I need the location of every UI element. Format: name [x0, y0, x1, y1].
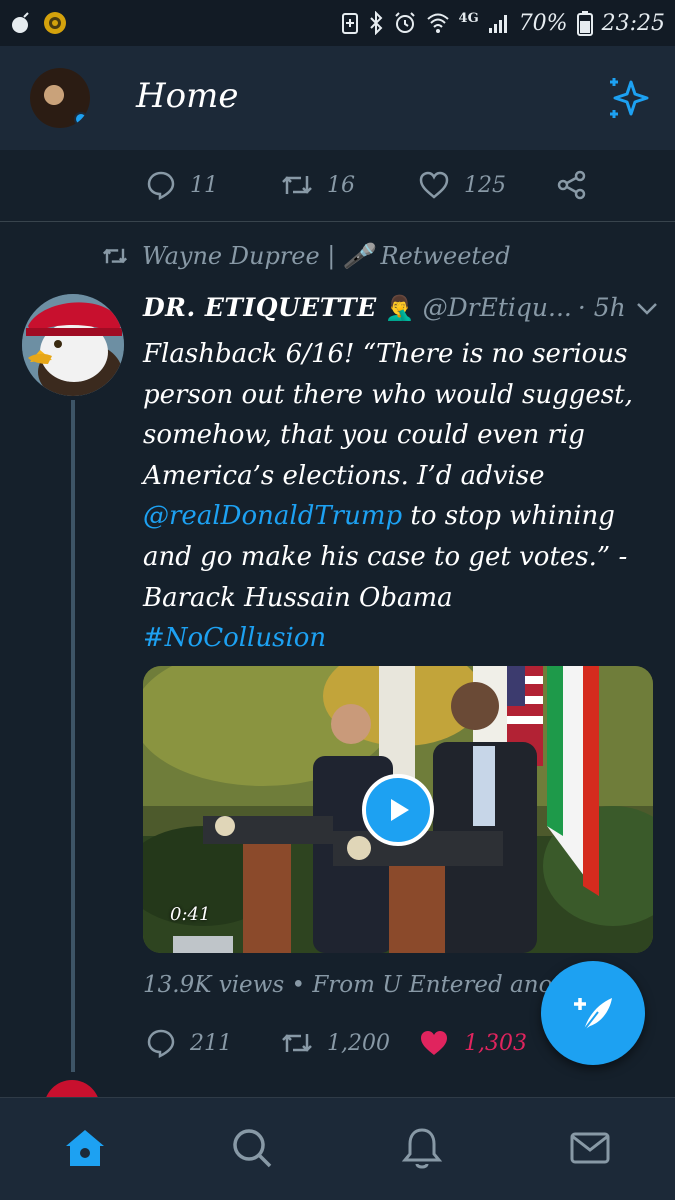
video-player[interactable]: 0:41 — [143, 666, 653, 953]
retweet-button[interactable]: 1,200 — [281, 1028, 390, 1058]
tweet-timestamp: · 5h — [577, 293, 626, 322]
reply-icon — [147, 1029, 175, 1058]
avatar-badge — [74, 112, 88, 126]
reply-count: 11 — [190, 172, 218, 198]
reply-button[interactable]: 11 — [146, 170, 218, 200]
search-icon[interactable] — [230, 1126, 274, 1174]
retweet-button[interactable]: 16 — [281, 170, 355, 200]
bluetooth-icon — [368, 11, 384, 35]
compose-tweet-button[interactable] — [541, 961, 645, 1065]
compose-icon — [574, 998, 612, 1031]
bottom-navigation — [0, 1097, 675, 1200]
battery-icon — [576, 10, 593, 36]
like-button[interactable]: 1,303 — [418, 1028, 527, 1058]
like-count: 1,303 — [464, 1030, 527, 1056]
top-app-bar: Home — [0, 46, 675, 150]
wifi-icon — [426, 12, 450, 34]
video-duration: 0:41 — [170, 904, 211, 925]
author-emoji: 🤦‍♂️ — [384, 293, 415, 322]
signal-icon — [488, 12, 510, 34]
chevron-down-icon[interactable] — [636, 293, 658, 322]
hashtag-link[interactable]: #NoCollusion — [143, 623, 326, 653]
retweet-count: 1,200 — [327, 1030, 390, 1056]
play-button[interactable] — [362, 774, 434, 846]
profile-avatar[interactable] — [30, 68, 90, 128]
clock: 23:25 — [601, 10, 665, 36]
tweet-text-part-1: Flashback 6/16! “There is no serious per… — [143, 339, 633, 491]
author-avatar[interactable] — [22, 294, 124, 396]
retweet-icon — [102, 248, 128, 264]
video-views-line[interactable]: 13.9K views • From U Entered another — [143, 972, 563, 998]
author-name[interactable]: DR. ETIQUETTE — [143, 293, 377, 322]
sparkle-icon[interactable] — [605, 74, 653, 126]
alarm-icon — [393, 11, 417, 35]
reply-icon — [147, 171, 175, 200]
play-icon — [391, 799, 409, 821]
battery-saver-icon — [341, 11, 359, 35]
bomb-app-icon — [10, 11, 32, 35]
mention-link[interactable]: @realDonaldTrump — [143, 501, 402, 531]
author-handle[interactable]: @DrEtiqu... — [423, 293, 572, 322]
retweet-context[interactable]: Wayne Dupree | 🎤 Retweeted — [102, 242, 511, 270]
messages-icon[interactable] — [568, 1126, 612, 1174]
status-bar: 4G 70% 23:25 — [0, 0, 675, 46]
battery-percent: 70% — [518, 10, 568, 36]
home-icon[interactable] — [62, 1126, 108, 1174]
thread-connector-line — [71, 400, 75, 1072]
share-icon — [557, 170, 586, 200]
network-type: 4G — [458, 10, 479, 26]
previous-tweet-actions: 11 16 125 — [0, 150, 675, 222]
app-notification-icon — [42, 10, 68, 36]
reply-count: 211 — [190, 1030, 232, 1056]
like-icon — [421, 1031, 447, 1055]
share-button[interactable] — [556, 170, 588, 200]
retweet-count: 16 — [327, 172, 355, 198]
like-button[interactable]: 125 — [418, 170, 506, 200]
retweet-icon — [282, 176, 312, 194]
notifications-icon[interactable] — [400, 1126, 444, 1174]
like-count: 125 — [464, 172, 506, 198]
tweet-body: Flashback 6/16! “There is no serious per… — [143, 334, 658, 659]
page-title: Home — [136, 76, 239, 116]
retweet-icon — [282, 1034, 312, 1052]
reply-button[interactable]: 211 — [146, 1028, 232, 1058]
tweet-header: DR. ETIQUETTE 🤦‍♂️ @DrEtiqu... · 5h — [143, 293, 658, 322]
like-icon — [419, 171, 449, 199]
retweet-context-label: Wayne Dupree | 🎤 Retweeted — [142, 242, 511, 270]
